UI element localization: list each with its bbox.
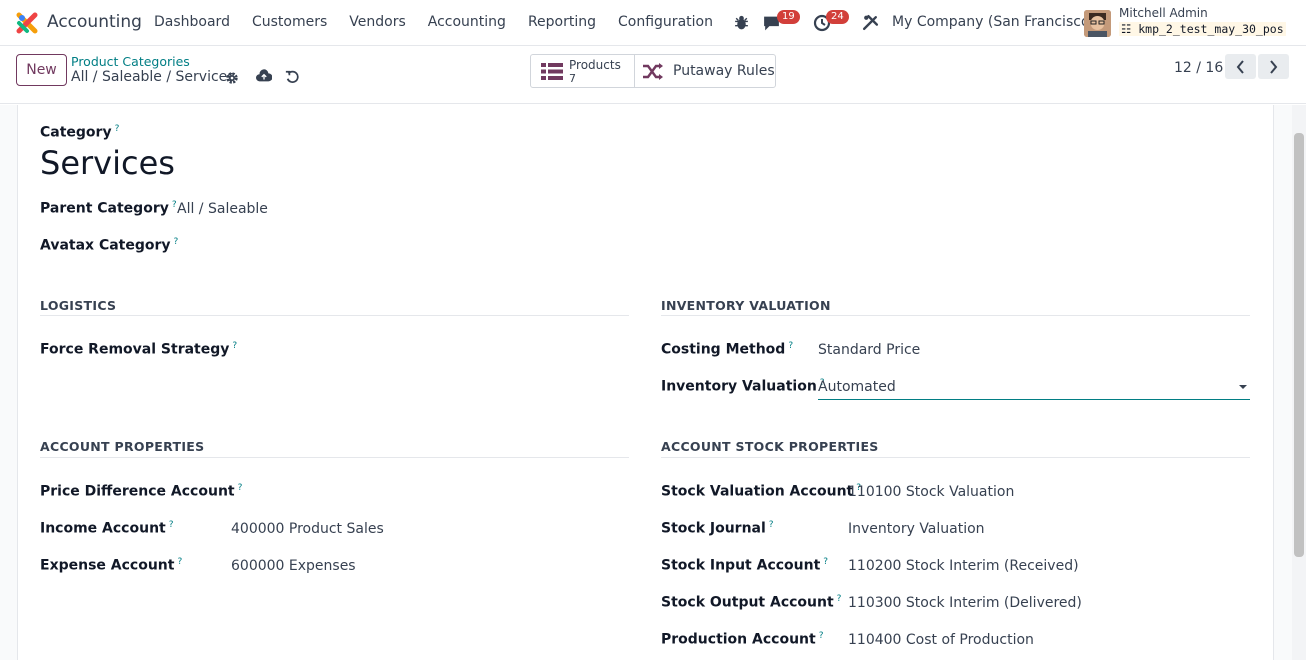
smart-buttons: Products 7 Putaway Rules (530, 54, 776, 88)
account-properties-section-title: ACCOUNT PROPERTIES (40, 439, 205, 454)
stock-valuation-account-label: Stock Valuation Account? (661, 483, 862, 500)
logistics-separator (40, 315, 629, 316)
menu-reporting[interactable]: Reporting (528, 14, 596, 30)
inventory-valuation-section-title: INVENTORY VALUATION (661, 298, 831, 313)
help-icon[interactable]: ? (769, 520, 774, 530)
help-icon[interactable]: ? (788, 341, 793, 351)
help-icon[interactable]: ? (823, 557, 828, 567)
stock-output-account-label: Stock Output Account? (661, 594, 842, 611)
database-icon: ☷ (1121, 22, 1139, 36)
control-panel: New Product Categories All / Saleable / … (0, 46, 1306, 104)
avatar-image (1084, 10, 1111, 37)
tools-icon[interactable] (862, 14, 879, 31)
inventory-valuation-label: Inventory Valuation? (661, 378, 825, 395)
help-icon[interactable]: ? (172, 200, 177, 210)
activities-badge: 24 (826, 10, 849, 24)
costing-method-label: Costing Method? (661, 341, 794, 358)
new-button[interactable]: New (16, 54, 67, 86)
user-avatar[interactable] (1084, 10, 1111, 37)
expense-account-label: Expense Account? (40, 557, 183, 574)
help-icon[interactable]: ? (837, 594, 842, 604)
pager-value[interactable]: 12 / 16 (1174, 60, 1223, 76)
account-stock-properties-section-title: ACCOUNT STOCK PROPERTIES (661, 439, 879, 454)
list-icon (541, 63, 563, 80)
help-icon[interactable]: ? (169, 520, 174, 530)
category-name-field[interactable]: Services (40, 144, 175, 182)
income-account-field[interactable]: 400000 Product Sales (231, 521, 384, 537)
account-stock-properties-separator (661, 457, 1250, 458)
category-label: Category? (40, 124, 120, 141)
chevron-right-icon (1270, 59, 1278, 74)
help-icon[interactable]: ? (115, 124, 120, 134)
chevron-left-icon (1236, 59, 1244, 74)
stock-input-account-label: Stock Input Account? (661, 557, 829, 574)
top-navbar: Accounting Dashboard Customers Vendors A… (0, 0, 1306, 46)
help-icon[interactable]: ? (177, 557, 182, 567)
logistics-section-title: LOGISTICS (40, 298, 117, 313)
menu-vendors[interactable]: Vendors (349, 14, 405, 30)
help-icon[interactable]: ? (232, 341, 237, 351)
inventory-valuation-value: Automated (818, 379, 896, 395)
production-account-field[interactable]: 110400 Cost of Production (848, 632, 1034, 648)
stock-input-account-field[interactable]: 110200 Stock Interim (Received) (848, 558, 1079, 574)
menu-dashboard[interactable]: Dashboard (154, 14, 230, 30)
breadcrumb-parent[interactable]: Product Categories (71, 54, 190, 69)
help-icon[interactable]: ? (238, 483, 243, 493)
expense-account-field[interactable]: 600000 Expenses (231, 558, 356, 574)
stock-output-account-field[interactable]: 110300 Stock Interim (Delivered) (848, 595, 1082, 611)
help-icon[interactable]: ? (174, 237, 179, 247)
putaway-rules-smart-button[interactable]: Putaway Rules (635, 55, 775, 87)
undo-icon[interactable] (285, 70, 299, 84)
production-account-label: Production Account? (661, 631, 824, 648)
force-removal-strategy-label: Force Removal Strategy? (40, 341, 238, 358)
vertical-scrollbar[interactable] (1292, 105, 1306, 660)
inventory-valuation-select[interactable]: Automated (818, 376, 1250, 400)
parent-category-field[interactable]: All / Saleable (177, 201, 268, 217)
menu-configuration[interactable]: Configuration (618, 14, 713, 30)
scrollbar-thumb[interactable] (1294, 133, 1304, 557)
stock-valuation-account-field[interactable]: 110100 Stock Valuation (848, 484, 1014, 500)
main-menu: Dashboard Customers Vendors Accounting R… (154, 14, 735, 30)
caret-down-icon (1239, 385, 1247, 389)
app-name[interactable]: Accounting (47, 12, 142, 32)
user-name[interactable]: Mitchell Admin (1119, 6, 1208, 20)
parent-category-label: Parent Category? (40, 200, 177, 217)
menu-accounting[interactable]: Accounting (428, 14, 506, 30)
bug-icon[interactable] (733, 14, 750, 31)
products-count: 7 (569, 72, 576, 85)
company-switcher[interactable]: My Company (San Francisco) (892, 14, 1095, 30)
products-label: Products (569, 58, 621, 72)
menu-customers[interactable]: Customers (252, 14, 327, 30)
costing-method-field[interactable]: Standard Price (818, 342, 920, 358)
stock-journal-label: Stock Journal? (661, 520, 774, 537)
inventory-valuation-separator (661, 315, 1250, 316)
stock-journal-field[interactable]: Inventory Valuation (848, 521, 985, 537)
help-icon[interactable]: ? (819, 631, 824, 641)
accounting-app-icon[interactable] (16, 12, 38, 34)
gear-icon[interactable] (225, 71, 239, 85)
breadcrumb-current: All / Saleable / Services (71, 69, 235, 85)
putaway-label: Putaway Rules (673, 63, 775, 79)
pager-next-button[interactable] (1258, 54, 1289, 79)
avatax-category-label: Avatax Category? (40, 237, 179, 254)
account-properties-separator (40, 457, 629, 458)
pager-previous-button[interactable] (1225, 54, 1256, 79)
cloud-upload-icon[interactable] (256, 69, 272, 83)
messages-badge: 19 (777, 10, 800, 24)
income-account-label: Income Account? (40, 520, 174, 537)
price-difference-account-label: Price Difference Account? (40, 483, 243, 500)
products-smart-button[interactable]: Products 7 (531, 55, 635, 87)
database-name: ☷ kmp_2_test_may_30_pos (1119, 22, 1286, 36)
shuffle-icon (643, 63, 663, 80)
